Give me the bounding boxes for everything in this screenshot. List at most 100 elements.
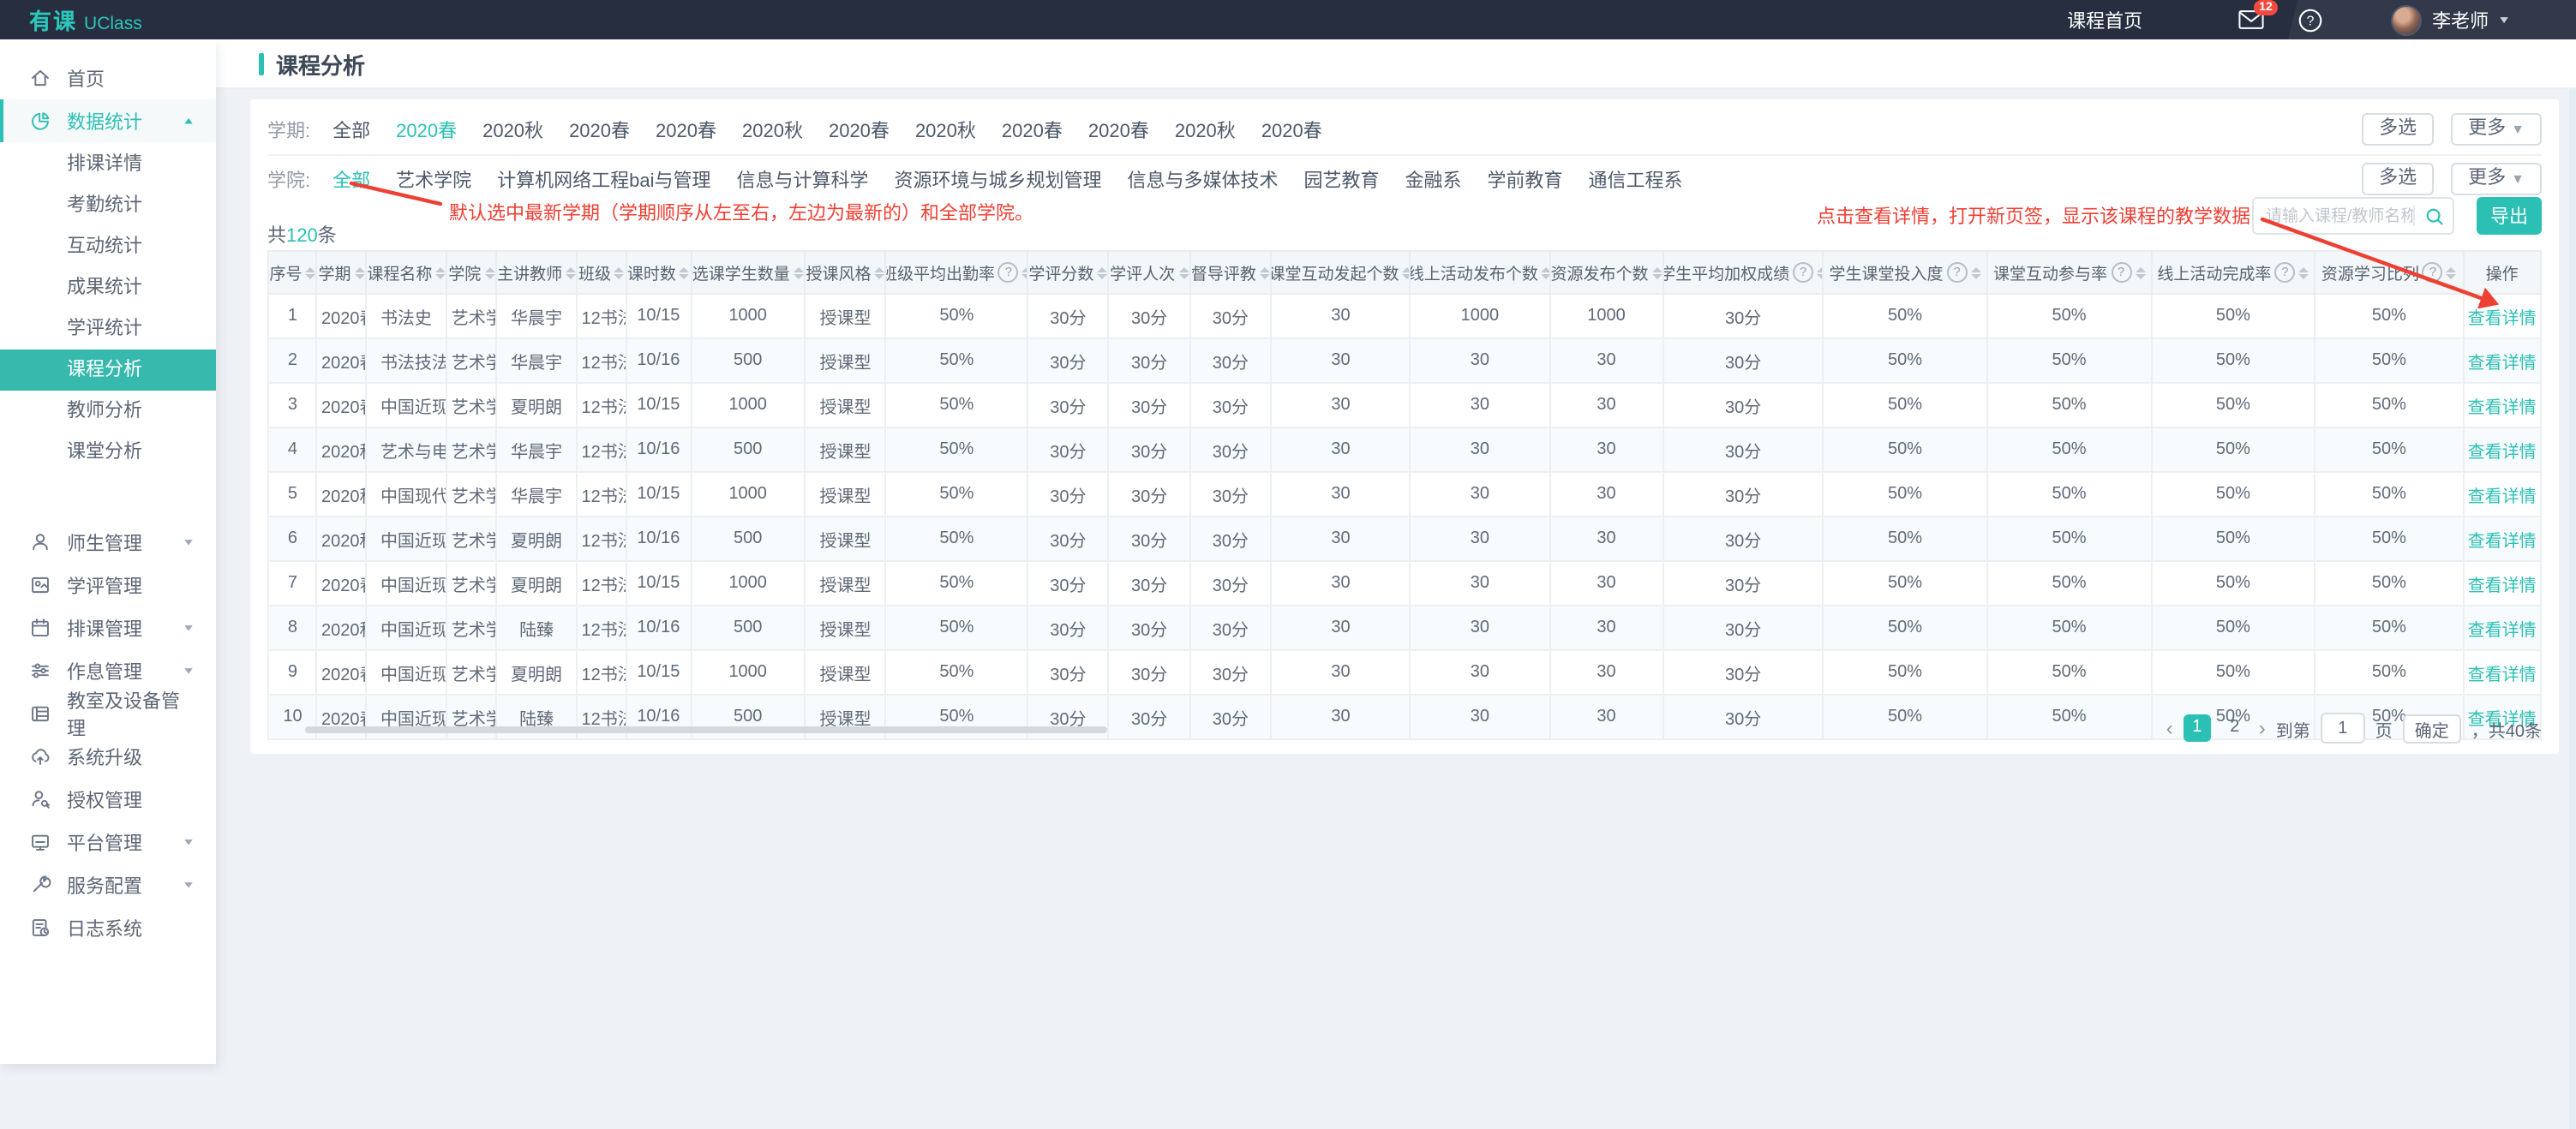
search-icon[interactable] (2415, 206, 2453, 225)
sidebar-subitem-schedule-detail[interactable]: 排课详情 (0, 144, 216, 185)
view-detail-link[interactable]: 查看详情 (2468, 488, 2537, 507)
semester-option[interactable]: 2020春 (829, 116, 890, 143)
view-detail-link[interactable]: 查看详情 (2468, 399, 2537, 418)
sort-icon[interactable] (354, 266, 364, 278)
help-icon[interactable]: ? (2298, 8, 2322, 32)
semester-option[interactable]: 2020春 (656, 116, 716, 143)
nav-course-home-link[interactable]: 课程首页 (2067, 6, 2142, 33)
college-option[interactable]: 信息与多媒体技术 (1128, 165, 1279, 193)
semester-option[interactable]: 2020秋 (482, 116, 543, 143)
college-more-button[interactable]: 更多▼ (2451, 163, 2542, 195)
page-button-2[interactable]: 2 (2221, 714, 2249, 742)
semester-option[interactable]: 2020春 (1002, 116, 1063, 143)
sidebar-item-evaluation-mgmt[interactable]: 学评管理 (0, 564, 216, 606)
semester-option[interactable]: 2020春 (569, 116, 630, 143)
semester-option[interactable]: 2020春 (1261, 116, 1322, 143)
page-button-1[interactable]: 1 (2184, 714, 2211, 742)
sidebar-item-data-stats[interactable]: 数据统计▲ (0, 99, 216, 142)
view-detail-link[interactable]: 查看详情 (2468, 533, 2537, 552)
college-option[interactable]: 金融系 (1405, 165, 1462, 193)
sidebar-item-teacher-student-mgmt[interactable]: 师生管理▼ (0, 521, 216, 564)
page-number-input[interactable] (2321, 713, 2365, 744)
sort-icon[interactable] (875, 266, 885, 278)
sidebar-item-system-upgrade[interactable]: 系统升级 (0, 735, 216, 778)
semester-option[interactable]: 2020秋 (1175, 116, 1236, 143)
sidebar-subitem-class-analysis[interactable]: 课堂分析 (0, 432, 216, 473)
college-option[interactable]: 艺术学院 (396, 165, 471, 193)
sidebar-subitem-interaction-stats[interactable]: 互动统计 (0, 226, 216, 267)
sidebar-subitem-teacher-analysis[interactable]: 教师分析 (0, 391, 216, 432)
sort-icon[interactable] (306, 266, 316, 278)
semester-option[interactable]: 2020秋 (742, 116, 803, 143)
sort-icon[interactable] (566, 266, 576, 278)
help-icon[interactable]: ? (1947, 262, 1968, 283)
view-detail-link[interactable]: 查看详情 (2468, 355, 2537, 373)
sidebar-item-service-config[interactable]: 服务配置▼ (0, 863, 216, 906)
sort-icon[interactable] (1178, 266, 1189, 278)
sort-icon[interactable] (1097, 266, 1107, 278)
sidebar-subitem-achievement-stats[interactable]: 成果统计 (0, 267, 216, 308)
college-option[interactable]: 资源环境与城乡规划管理 (895, 165, 1102, 193)
college-option[interactable]: 信息与计算科学 (737, 165, 869, 193)
sort-icon[interactable] (1542, 266, 1549, 278)
sidebar-item-schedule-mgmt[interactable]: 排课管理▼ (0, 606, 216, 649)
user-menu-chevron-down-icon[interactable]: ▼ (2497, 14, 2511, 26)
semester-option[interactable]: 全部 (332, 116, 370, 143)
app-logo[interactable]: 有课 UClass (0, 3, 142, 36)
view-detail-link[interactable]: 查看详情 (2468, 622, 2537, 641)
sort-icon[interactable] (1652, 266, 1662, 278)
sidebar-item-authorization-mgmt[interactable]: 授权管理 (0, 778, 216, 821)
sort-icon[interactable] (614, 266, 625, 278)
semester-option[interactable]: 2020秋 (915, 116, 976, 143)
export-button[interactable]: 导出 (2477, 197, 2542, 235)
sort-icon[interactable] (680, 266, 690, 278)
help-icon[interactable]: ? (2274, 262, 2295, 283)
semester-more-button[interactable]: 更多▼ (2451, 113, 2542, 146)
sort-icon[interactable] (2298, 266, 2309, 278)
sort-icon[interactable] (435, 266, 446, 278)
sort-icon[interactable] (484, 266, 494, 278)
sidebar-subitem-attendance-stats[interactable]: 考勤统计 (0, 185, 216, 226)
sidebar-item-platform-mgmt[interactable]: 平台管理▼ (0, 821, 216, 863)
sort-icon[interactable] (1403, 266, 1411, 278)
page-scrollbar[interactable] (2569, 39, 2576, 1129)
college-option[interactable]: 计算机网络工程bai与管理 (497, 165, 710, 193)
user-name[interactable]: 李老师 (2432, 6, 2489, 33)
college-option-selected[interactable]: 全部 (332, 165, 370, 193)
sort-icon[interactable] (2447, 266, 2457, 278)
sort-icon[interactable] (1971, 266, 1981, 278)
college-option[interactable]: 学前教育 (1488, 165, 1563, 193)
sort-icon[interactable] (2135, 266, 2145, 278)
view-detail-link[interactable]: 查看详情 (2468, 577, 2537, 596)
help-icon[interactable]: ? (1793, 262, 1813, 283)
sort-icon[interactable] (1260, 266, 1270, 278)
sidebar-item-classroom-device-mgmt[interactable]: 教室及设备管理 (0, 692, 216, 735)
page-confirm-button[interactable]: 确定 (2403, 714, 2461, 743)
sidebar-item-log-system[interactable]: 日志系统 (0, 906, 216, 949)
sidebar-item-home[interactable]: 首页 (0, 57, 216, 99)
horizontal-scrollbar-thumb[interactable] (305, 726, 1107, 733)
view-detail-link[interactable]: 查看详情 (2468, 310, 2537, 329)
sort-icon[interactable] (794, 266, 804, 278)
view-detail-link[interactable]: 查看详情 (2468, 666, 2537, 685)
college-option[interactable]: 园艺教育 (1304, 165, 1380, 193)
college-multiselect-button[interactable]: 多选 (2362, 163, 2434, 195)
sidebar-subitem-course-analysis[interactable]: 课程分析 (0, 349, 216, 391)
sort-icon[interactable] (1817, 266, 1823, 278)
view-detail-link[interactable]: 查看详情 (2468, 444, 2537, 463)
help-icon[interactable]: ? (2111, 262, 2131, 283)
user-avatar[interactable] (2391, 4, 2422, 35)
semester-option[interactable]: 2020春 (1088, 116, 1149, 143)
search-input[interactable] (2254, 206, 2413, 225)
sidebar-subitem-evaluation-stats[interactable]: 学评统计 (0, 308, 216, 349)
help-icon[interactable]: ? (998, 262, 1019, 283)
semester-option-selected[interactable]: 2020春 (396, 116, 457, 143)
next-page-icon[interactable]: › (2259, 714, 2266, 742)
table-cell: 30分 (1190, 695, 1272, 739)
semester-more-label: 更多 (2468, 118, 2506, 139)
prev-page-icon[interactable]: ‹ (2166, 714, 2173, 742)
mail-icon[interactable]: 12 (2238, 10, 2264, 29)
semester-multiselect-button[interactable]: 多选 (2362, 113, 2434, 146)
help-icon[interactable]: ? (2423, 262, 2443, 283)
college-option[interactable]: 通信工程系 (1589, 165, 1683, 193)
